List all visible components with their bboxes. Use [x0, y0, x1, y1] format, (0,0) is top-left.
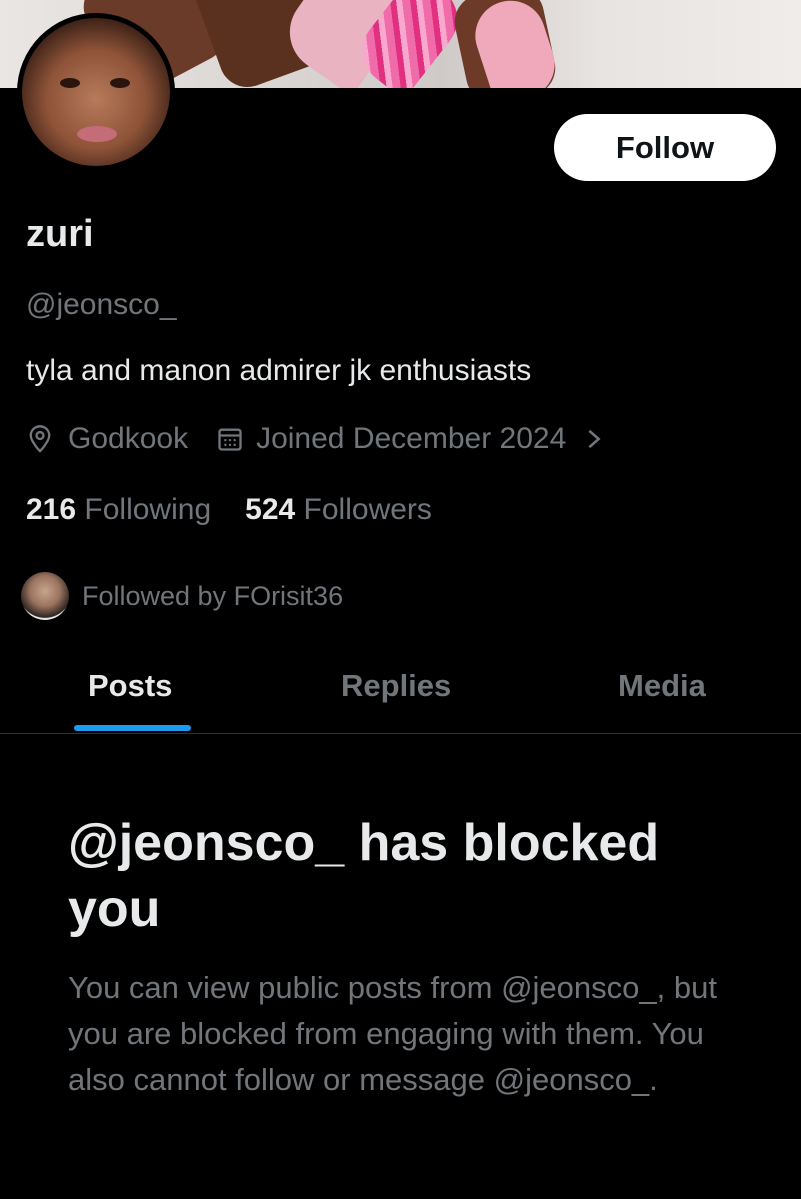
profile-handle: @jeonsco_	[26, 288, 177, 321]
active-tab-indicator	[74, 725, 191, 731]
joined-date: Joined December 2024	[256, 422, 567, 455]
tab-replies[interactable]: Replies	[341, 668, 451, 704]
followers-stat[interactable]: 524 Followers	[245, 493, 432, 527]
profile-meta: Godkook Joined December 2024	[26, 422, 604, 456]
chevron-right-icon[interactable]	[584, 425, 604, 453]
calendar-icon	[216, 425, 244, 453]
follow-button[interactable]: Follow	[554, 114, 776, 181]
profile-bio: tyla and manon admirer jk enthusiasts	[26, 354, 532, 387]
avatar-lips	[77, 126, 117, 142]
avatar-eye	[60, 78, 80, 88]
blocked-message: You can view public posts from @jeonsco_…	[68, 970, 717, 1097]
location-text: Godkook	[68, 422, 189, 455]
followed-by-text: Followed by FOrisit36	[82, 580, 344, 611]
following-label: Following	[84, 493, 212, 526]
followers-count: 524	[245, 493, 296, 526]
location-pin-icon	[26, 424, 54, 454]
following-stat[interactable]: 216 Following	[26, 493, 211, 527]
followed-by[interactable]: Followed by FOrisit36	[21, 572, 343, 620]
profile-name: zuri	[26, 213, 94, 255]
tab-media[interactable]: Media	[618, 668, 706, 704]
avatar-image	[22, 18, 170, 166]
avatar-eye	[110, 78, 130, 88]
blocked-title: @jeonsco_ has blocked you	[68, 814, 660, 938]
profile-tabs: Posts Replies Media	[0, 650, 801, 734]
followers-label: Followers	[303, 493, 432, 526]
follower-avatar	[21, 572, 69, 620]
following-count: 216	[26, 493, 77, 526]
tab-posts[interactable]: Posts	[88, 668, 172, 704]
profile-stats: 216 Following 524 Followers	[26, 493, 432, 527]
profile-avatar[interactable]	[17, 13, 175, 171]
